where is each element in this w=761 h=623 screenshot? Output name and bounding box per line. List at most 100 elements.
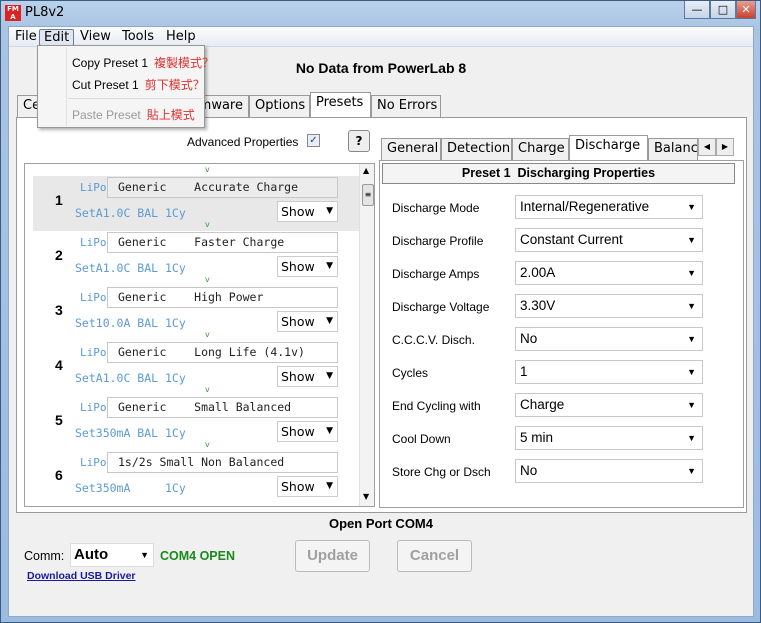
preset-chemistry: LiPo: [80, 181, 107, 194]
preset-name-field[interactable]: Generic High Power: [107, 287, 338, 308]
update-button[interactable]: Update: [295, 540, 370, 572]
discharge-field-select[interactable]: 5 min ▼: [515, 426, 703, 450]
subtab-detection[interactable]: Detection: [441, 138, 512, 160]
discharge-field-select[interactable]: No ▼: [515, 459, 703, 483]
expand-marker[interactable]: v: [205, 330, 210, 339]
discharge-field-select[interactable]: 2.00A ▼: [515, 261, 703, 285]
show-select[interactable]: Show ▼: [277, 201, 338, 222]
scroll-up-icon[interactable]: ▲: [363, 166, 369, 175]
chevron-down-icon: ▼: [687, 334, 696, 344]
discharge-field-select[interactable]: Internal/Regenerative ▼: [515, 195, 703, 219]
show-select[interactable]: Show ▼: [277, 311, 338, 332]
discharge-properties-panel: Preset 1 Discharging Properties Discharg…: [379, 160, 744, 508]
preset-row[interactable]: 6 LiPo 1s/2s Small Non Balanced Set350mA…: [33, 451, 365, 506]
close-button[interactable]: ✕: [736, 1, 756, 19]
discharge-field-select[interactable]: 3.30V ▼: [515, 294, 703, 318]
comm-value: Auto: [74, 546, 109, 563]
edit-menu-dropdown: Copy Preset 1 複製模式？ Cut Preset 1 剪下模式？ Pas…: [37, 45, 214, 128]
subtab-balance[interactable]: Balanc: [648, 138, 698, 160]
preset-settings: SetA1.0C BAL 1Cy: [75, 371, 186, 385]
preset-name-field[interactable]: 1s/2s Small Non Balanced: [107, 452, 338, 473]
preset-row[interactable]: 3 LiPo Generic High Power Set10.0A BAL 1…: [33, 286, 365, 341]
tab-no-errors[interactable]: No Errors: [371, 95, 441, 117]
chevron-down-icon: ▼: [687, 433, 696, 443]
preset-chemistry: LiPo: [80, 456, 107, 469]
select-value: 2.00A: [520, 265, 556, 280]
discharge-field-select[interactable]: No ▼: [515, 327, 703, 351]
subtab-discharge[interactable]: Discharge: [569, 135, 648, 160]
chevron-down-icon: ▼: [326, 316, 333, 326]
chevron-down-icon: ▼: [687, 367, 696, 377]
expand-marker[interactable]: v: [205, 165, 210, 174]
subtab-charge[interactable]: Charge: [512, 138, 569, 160]
preset-name-field[interactable]: Generic Long Life (4.1v): [107, 342, 338, 363]
discharge-field-select[interactable]: Charge ▼: [515, 393, 703, 417]
menu-item-label: Cut Preset 1: [72, 78, 139, 92]
tab-scroll-right-icon[interactable]: ▶: [716, 138, 734, 156]
preset-row[interactable]: 4 LiPo Generic Long Life (4.1v) SetA1.0C…: [33, 341, 365, 396]
subtab-general[interactable]: General: [381, 138, 441, 160]
tab-options[interactable]: Options: [249, 95, 310, 117]
chevron-down-icon: ▼: [687, 268, 696, 278]
menu-file[interactable]: File: [11, 29, 41, 46]
menu-item-paste-preset[interactable]: Paste Preset 貼上模式: [72, 106, 195, 123]
select-value: Charge: [520, 397, 565, 412]
menu-item-cut-preset[interactable]: Cut Preset 1 剪下模式？: [72, 76, 205, 93]
chevron-down-icon: ▼: [687, 400, 696, 410]
scroll-down-icon[interactable]: ▼: [363, 492, 369, 501]
menu-help[interactable]: Help: [162, 29, 200, 46]
preset-row[interactable]: 5 LiPo Generic Small Balanced Set350mA B…: [33, 396, 365, 451]
preset-settings: Set10.0A BAL 1Cy: [75, 316, 186, 330]
discharge-field-select[interactable]: 1 ▼: [515, 360, 703, 384]
preset-name-field[interactable]: Generic Small Balanced: [107, 397, 338, 418]
cancel-button[interactable]: Cancel: [397, 540, 472, 572]
menu-view[interactable]: View: [76, 29, 115, 46]
preset-name-field[interactable]: Generic Accurate Charge: [107, 177, 338, 198]
preset-name-field[interactable]: Generic Faster Charge: [107, 232, 338, 253]
menu-item-note: 剪下模式？: [144, 78, 205, 92]
show-select[interactable]: Show ▼: [277, 366, 338, 387]
menu-item-copy-preset[interactable]: Copy Preset 1 複製模式？: [72, 54, 214, 71]
minimize-button[interactable]: —: [684, 1, 710, 19]
comm-select[interactable]: Auto ▼: [70, 543, 154, 567]
preset-number: 3: [55, 302, 63, 318]
preset-row[interactable]: 1 LiPo Generic Accurate Charge SetA1.0C …: [33, 176, 365, 231]
show-value: Show: [281, 314, 315, 329]
expand-marker[interactable]: v: [205, 275, 210, 284]
discharge-field-label: Store Chg or Dsch: [392, 465, 491, 479]
menu-item-note: 貼上模式: [146, 108, 195, 122]
preset-settings: Set350mA BAL 1Cy: [75, 426, 186, 440]
preset-settings: SetA1.0C BAL 1Cy: [75, 206, 186, 220]
show-value: Show: [281, 424, 315, 439]
expand-marker[interactable]: v: [205, 385, 210, 394]
download-usb-driver-link[interactable]: Download USB Driver: [27, 570, 136, 582]
tab-scroll-left-icon[interactable]: ◀: [698, 138, 716, 156]
help-button[interactable]: ?: [348, 130, 370, 152]
title-bar[interactable]: FM A PL8v2 — □ ✕: [1, 1, 760, 25]
menu-item-label: Paste Preset: [72, 108, 141, 122]
expand-marker[interactable]: v: [205, 440, 210, 449]
preset-settings: Set350mA 1Cy: [75, 481, 186, 495]
menu-edit[interactable]: Edit: [39, 29, 75, 46]
preset-list-scrollbar[interactable]: ▲ ≡ ▼: [359, 164, 374, 506]
app-logo-icon: FM A: [5, 5, 21, 21]
window-title: PL8v2: [25, 5, 65, 20]
show-select[interactable]: Show ▼: [277, 476, 338, 497]
preset-number: 1: [55, 192, 63, 208]
show-value: Show: [281, 259, 315, 274]
discharge-field-label: Discharge Mode: [392, 201, 480, 215]
preset-row[interactable]: 2 LiPo Generic Faster Charge SetA1.0C BA…: [33, 231, 365, 286]
expand-marker[interactable]: v: [205, 220, 210, 229]
show-select[interactable]: Show ▼: [277, 256, 338, 277]
tab-presets[interactable]: Presets: [310, 92, 371, 117]
chevron-down-icon: ▼: [687, 466, 696, 476]
menu-tools[interactable]: Tools: [118, 29, 158, 46]
scroll-thumb[interactable]: ≡: [362, 184, 374, 206]
show-select[interactable]: Show ▼: [277, 421, 338, 442]
maximize-button[interactable]: □: [710, 1, 736, 19]
chevron-down-icon: ▼: [326, 371, 333, 381]
discharge-field-select[interactable]: Constant Current ▼: [515, 228, 703, 252]
show-value: Show: [281, 479, 315, 494]
chevron-down-icon: ▼: [687, 301, 696, 311]
advanced-properties-checkbox[interactable]: ✓: [307, 134, 320, 147]
